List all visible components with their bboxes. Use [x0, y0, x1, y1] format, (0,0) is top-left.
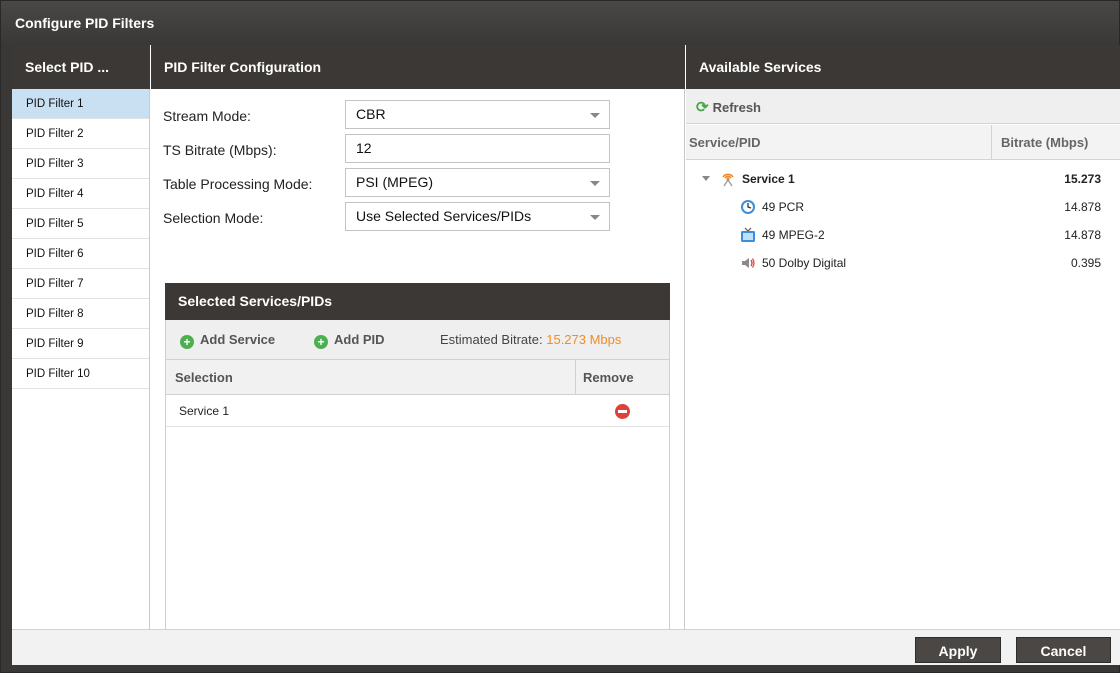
remove-icon[interactable] [615, 404, 630, 419]
selection-mode-label: Selection Mode: [163, 210, 264, 226]
clock-icon [741, 200, 755, 214]
pid-tree-node[interactable]: 50 Dolby Digital 0.395 [686, 249, 1120, 277]
service-pid-column-header: Service/PID [689, 135, 761, 150]
pid-bitrate: 0.395 [1070, 256, 1101, 270]
select-pid-header: Select PID ... [12, 45, 150, 89]
refresh-icon: ⟳ [696, 99, 709, 116]
add-pid-button[interactable]: + Add PID [314, 332, 385, 349]
dialog-title: Configure PID Filters [15, 15, 155, 31]
service-tree-node[interactable]: Service 1 15.273 [686, 165, 1120, 193]
selection-column-header: Selection [175, 370, 233, 385]
add-service-label: Add Service [200, 332, 276, 347]
table-processing-mode-row: Table Processing Mode: PSI (MPEG) [163, 168, 623, 198]
pid-name: 49 PCR [762, 200, 805, 214]
chevron-down-icon [590, 181, 600, 186]
table-processing-mode-select[interactable]: PSI (MPEG) [345, 168, 610, 197]
add-service-button[interactable]: + Add Service [180, 332, 275, 349]
pid-bitrate: 14.878 [1064, 200, 1101, 214]
pid-filter-configuration-panel: Stream Mode: CBR TS Bitrate (Mbps): 12 T… [151, 89, 685, 653]
selection-mode-select[interactable]: Use Selected Services/PIDs [345, 202, 610, 231]
pid-name: 49 MPEG-2 [762, 228, 825, 242]
pid-bitrate: 14.878 [1064, 228, 1101, 242]
apply-button[interactable]: Apply [915, 637, 1001, 663]
services-table-header: Service/PID Bitrate (Mbps) [686, 125, 1120, 160]
stream-mode-label: Stream Mode: [163, 108, 251, 124]
available-services-panel: ⟳ Refresh Service/PID Bitrate (Mbps) Serv… [686, 89, 1120, 629]
service-bitrate: 15.273 [1064, 172, 1101, 186]
add-pid-label: Add PID [334, 332, 385, 347]
table-row[interactable]: Service 1 [166, 395, 669, 427]
estimated-bitrate: Estimated Bitrate: 15.273 Mbps [440, 332, 621, 347]
stream-mode-row: Stream Mode: CBR [163, 100, 623, 130]
dialog-body: Select PID ... PID Filter Configuration … [12, 45, 1120, 665]
pid-tree-node[interactable]: 49 MPEG-2 14.878 [686, 221, 1120, 249]
pid-filter-item[interactable]: PID Filter 9 [12, 329, 149, 359]
table-processing-mode-label: Table Processing Mode: [163, 176, 313, 192]
estimated-bitrate-value: 15.273 Mbps [546, 332, 622, 347]
selection-mode-row: Selection Mode: Use Selected Services/PI… [163, 202, 623, 232]
selection-mode-value: Use Selected Services/PIDs [356, 208, 532, 224]
pid-filter-item[interactable]: PID Filter 10 [12, 359, 149, 389]
pid-filter-item[interactable]: PID Filter 3 [12, 149, 149, 179]
pid-filter-item[interactable]: PID Filter 1 [12, 89, 149, 119]
chevron-down-icon[interactable] [702, 176, 710, 181]
pid-filter-configuration-header: PID Filter Configuration [151, 45, 685, 89]
pid-filter-item[interactable]: PID Filter 5 [12, 209, 149, 239]
pid-filter-item[interactable]: PID Filter 8 [12, 299, 149, 329]
refresh-button[interactable]: ⟳ Refresh [696, 98, 761, 116]
service-name: Service 1 [742, 172, 795, 186]
bitrate-column-header: Bitrate (Mbps) [991, 125, 1120, 160]
add-icon: + [314, 335, 328, 349]
pid-filter-item[interactable]: PID Filter 7 [12, 269, 149, 299]
available-services-header: Available Services [686, 45, 1120, 89]
ts-bitrate-row: TS Bitrate (Mbps): 12 [163, 134, 623, 164]
refresh-label: Refresh [712, 100, 761, 115]
chevron-down-icon [590, 215, 600, 220]
add-icon: + [180, 335, 194, 349]
dialog-titlebar: Configure PID Filters [1, 1, 1119, 45]
pid-filter-item[interactable]: PID Filter 6 [12, 239, 149, 269]
speaker-icon [742, 258, 755, 268]
chevron-down-icon [590, 113, 600, 118]
selection-cell: Service 1 [179, 404, 230, 418]
selected-services-panel: Selected Services/PIDs + Add Service + Add… [165, 283, 670, 653]
selected-table-header: Selection Remove [166, 360, 669, 395]
ts-bitrate-value: 12 [356, 140, 372, 156]
selected-services-title: Selected Services/PIDs [165, 283, 670, 320]
pid-filter-item[interactable]: PID Filter 4 [12, 179, 149, 209]
services-toolbar: ⟳ Refresh [686, 89, 1120, 124]
ts-bitrate-input[interactable]: 12 [345, 134, 610, 163]
cancel-button[interactable]: Cancel [1016, 637, 1111, 663]
tv-icon [741, 227, 755, 242]
broadcast-icon [722, 173, 734, 187]
stream-mode-value: CBR [356, 106, 386, 122]
estimated-bitrate-label: Estimated Bitrate: [440, 332, 543, 347]
pid-filter-item[interactable]: PID Filter 2 [12, 119, 149, 149]
remove-column-header: Remove [575, 360, 669, 395]
pid-tree-node[interactable]: 49 PCR 14.878 [686, 193, 1120, 221]
table-processing-mode-value: PSI (MPEG) [356, 174, 434, 190]
pid-filter-list: PID Filter 1 PID Filter 2 PID Filter 3 P… [12, 89, 150, 629]
configure-pid-filters-dialog: Configure PID Filters Select PID ... PID… [0, 0, 1120, 673]
stream-mode-select[interactable]: CBR [345, 100, 610, 129]
pid-name: 50 Dolby Digital [762, 256, 847, 270]
dialog-footer: Apply Cancel [12, 629, 1120, 665]
selected-services-toolbar: + Add Service + Add PID Estimated Bitrate:… [166, 320, 669, 360]
ts-bitrate-label: TS Bitrate (Mbps): [163, 142, 277, 158]
